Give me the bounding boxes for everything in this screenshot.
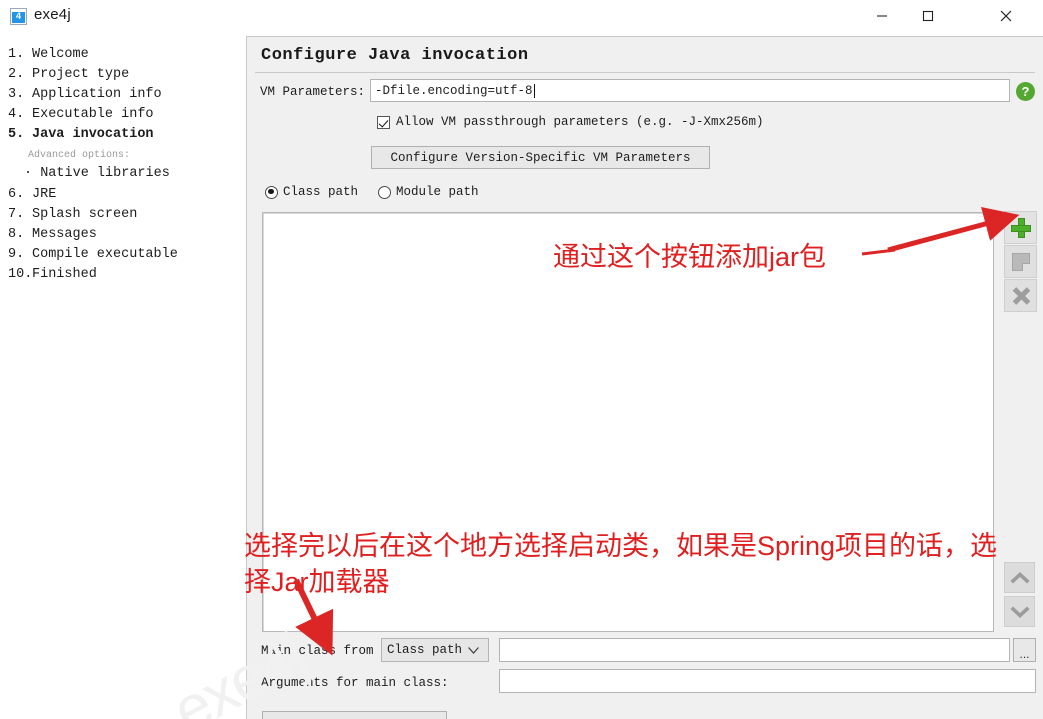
plus-icon (1010, 217, 1031, 238)
wizard-step-list: 1. Welcome 2. Project type 3. Application i… (0, 38, 246, 719)
exe4j-app-icon: 4 (10, 8, 27, 25)
wizard-step-messages[interactable]: 8. Messages (8, 227, 97, 242)
wizard-step-compile-executable[interactable]: 9. Compile executable (8, 247, 178, 262)
allow-passthrough-checkbox[interactable]: Allow VM passthrough parameters (e.g. -J… (377, 115, 764, 129)
radio-icon (378, 185, 391, 199)
ellipsis-icon: ... (1019, 647, 1030, 661)
wizard-step-welcome[interactable]: 1. Welcome (8, 47, 89, 62)
step-number: 6. (8, 187, 25, 202)
add-entry-button[interactable] (1004, 211, 1037, 244)
step-label: Executable info (32, 107, 154, 122)
close-icon (1000, 10, 1012, 22)
wizard-step-finished[interactable]: 10.Finished (8, 267, 97, 282)
radio-icon-selected (265, 185, 278, 199)
vm-parameters-value: -Dfile.encoding=utf-8 (375, 83, 533, 98)
step-number: 5. (8, 127, 25, 142)
wizard-step-native-libraries[interactable]: · Native libraries (24, 166, 170, 181)
text-caret (533, 83, 535, 98)
edit-entry-button[interactable] (1004, 245, 1037, 278)
remove-entry-button[interactable] (1004, 279, 1037, 312)
step-number: 9. (8, 247, 25, 262)
note-icon (1011, 252, 1030, 271)
step-label: Finished (32, 267, 97, 282)
configure-version-specific-label: Configure Version-Specific VM Parameters (390, 150, 691, 165)
wizard-step-executable-info[interactable]: 4. Executable info (8, 107, 154, 122)
step-number: 7. (8, 207, 25, 222)
chevron-down-icon (467, 645, 480, 659)
move-down-button[interactable] (1004, 596, 1035, 627)
maximize-icon (922, 10, 934, 22)
minimize-button[interactable] (859, 0, 905, 32)
step-number: 1. (8, 47, 25, 62)
annotation-add-jar: 通过这个按钮添加jar包 (553, 242, 827, 272)
advanced-options-header: Advanced options: (28, 150, 131, 161)
vm-parameters-label: VM Parameters: (260, 85, 366, 99)
radio-module-path[interactable]: Module path (378, 185, 479, 199)
step-number: 2. (8, 67, 25, 82)
wizard-step-splash-screen[interactable]: 7. Splash screen (8, 207, 137, 222)
maximize-button[interactable] (905, 0, 951, 32)
step-number: 10. (8, 267, 33, 282)
allow-passthrough-label: Allow VM passthrough parameters (e.g. -J… (396, 115, 764, 129)
annotation-main-class: 选择完以后在这个地方选择启动类，如果是Spring项目的话，选择Jar加载器 (244, 531, 998, 597)
wizard-step-application-info[interactable]: 3. Application info (8, 87, 162, 102)
chevron-down-icon (1009, 605, 1030, 618)
minimize-icon (877, 15, 887, 17)
page-title: Configure Java invocation (261, 46, 529, 65)
main-class-from-value: Class path (387, 643, 463, 657)
step-number: 8. (8, 227, 25, 242)
step-label: Project type (32, 67, 130, 82)
vm-parameters-input[interactable]: -Dfile.encoding=utf-8 (370, 79, 1010, 102)
browse-main-class-button[interactable]: ... (1013, 638, 1036, 662)
step-number: 4. (8, 107, 25, 122)
main-class-input[interactable] (499, 638, 1010, 662)
x-icon (1012, 287, 1030, 305)
title-bar: 4 exe4j (0, 0, 1043, 33)
title-divider (255, 72, 1035, 73)
wizard-step-jre[interactable]: 6. JRE (8, 187, 56, 202)
step-number: 3. (8, 87, 25, 102)
radio-module-path-label: Module path (396, 185, 479, 199)
step-label: Java invocation (32, 127, 154, 142)
step-label: Welcome (32, 47, 89, 62)
step-label: Application info (32, 87, 162, 102)
window-title: exe4j (34, 6, 71, 23)
bottom-partial-button[interactable] (262, 711, 447, 719)
checkbox-icon (377, 115, 390, 129)
wizard-step-project-type[interactable]: 2. Project type (8, 67, 129, 82)
exe4j-window: 4 exe4j 1. Welcome 2. Project type 3. Appli… (0, 0, 1043, 719)
step-label: JRE (32, 187, 57, 202)
step-label: Messages (32, 227, 97, 242)
configure-version-specific-button[interactable]: Configure Version-Specific VM Parameters (371, 146, 710, 169)
arguments-input[interactable] (499, 669, 1036, 693)
close-button[interactable] (983, 0, 1029, 32)
main-class-from-select[interactable]: Class path (381, 638, 489, 662)
radio-class-path[interactable]: Class path (265, 185, 358, 199)
wizard-step-java-invocation[interactable]: 5. Java invocation (8, 127, 154, 142)
radio-class-path-label: Class path (283, 185, 359, 199)
step-label: Splash screen (32, 207, 138, 222)
step-label: Compile executable (32, 247, 178, 262)
help-icon[interactable]: ? (1016, 82, 1035, 101)
